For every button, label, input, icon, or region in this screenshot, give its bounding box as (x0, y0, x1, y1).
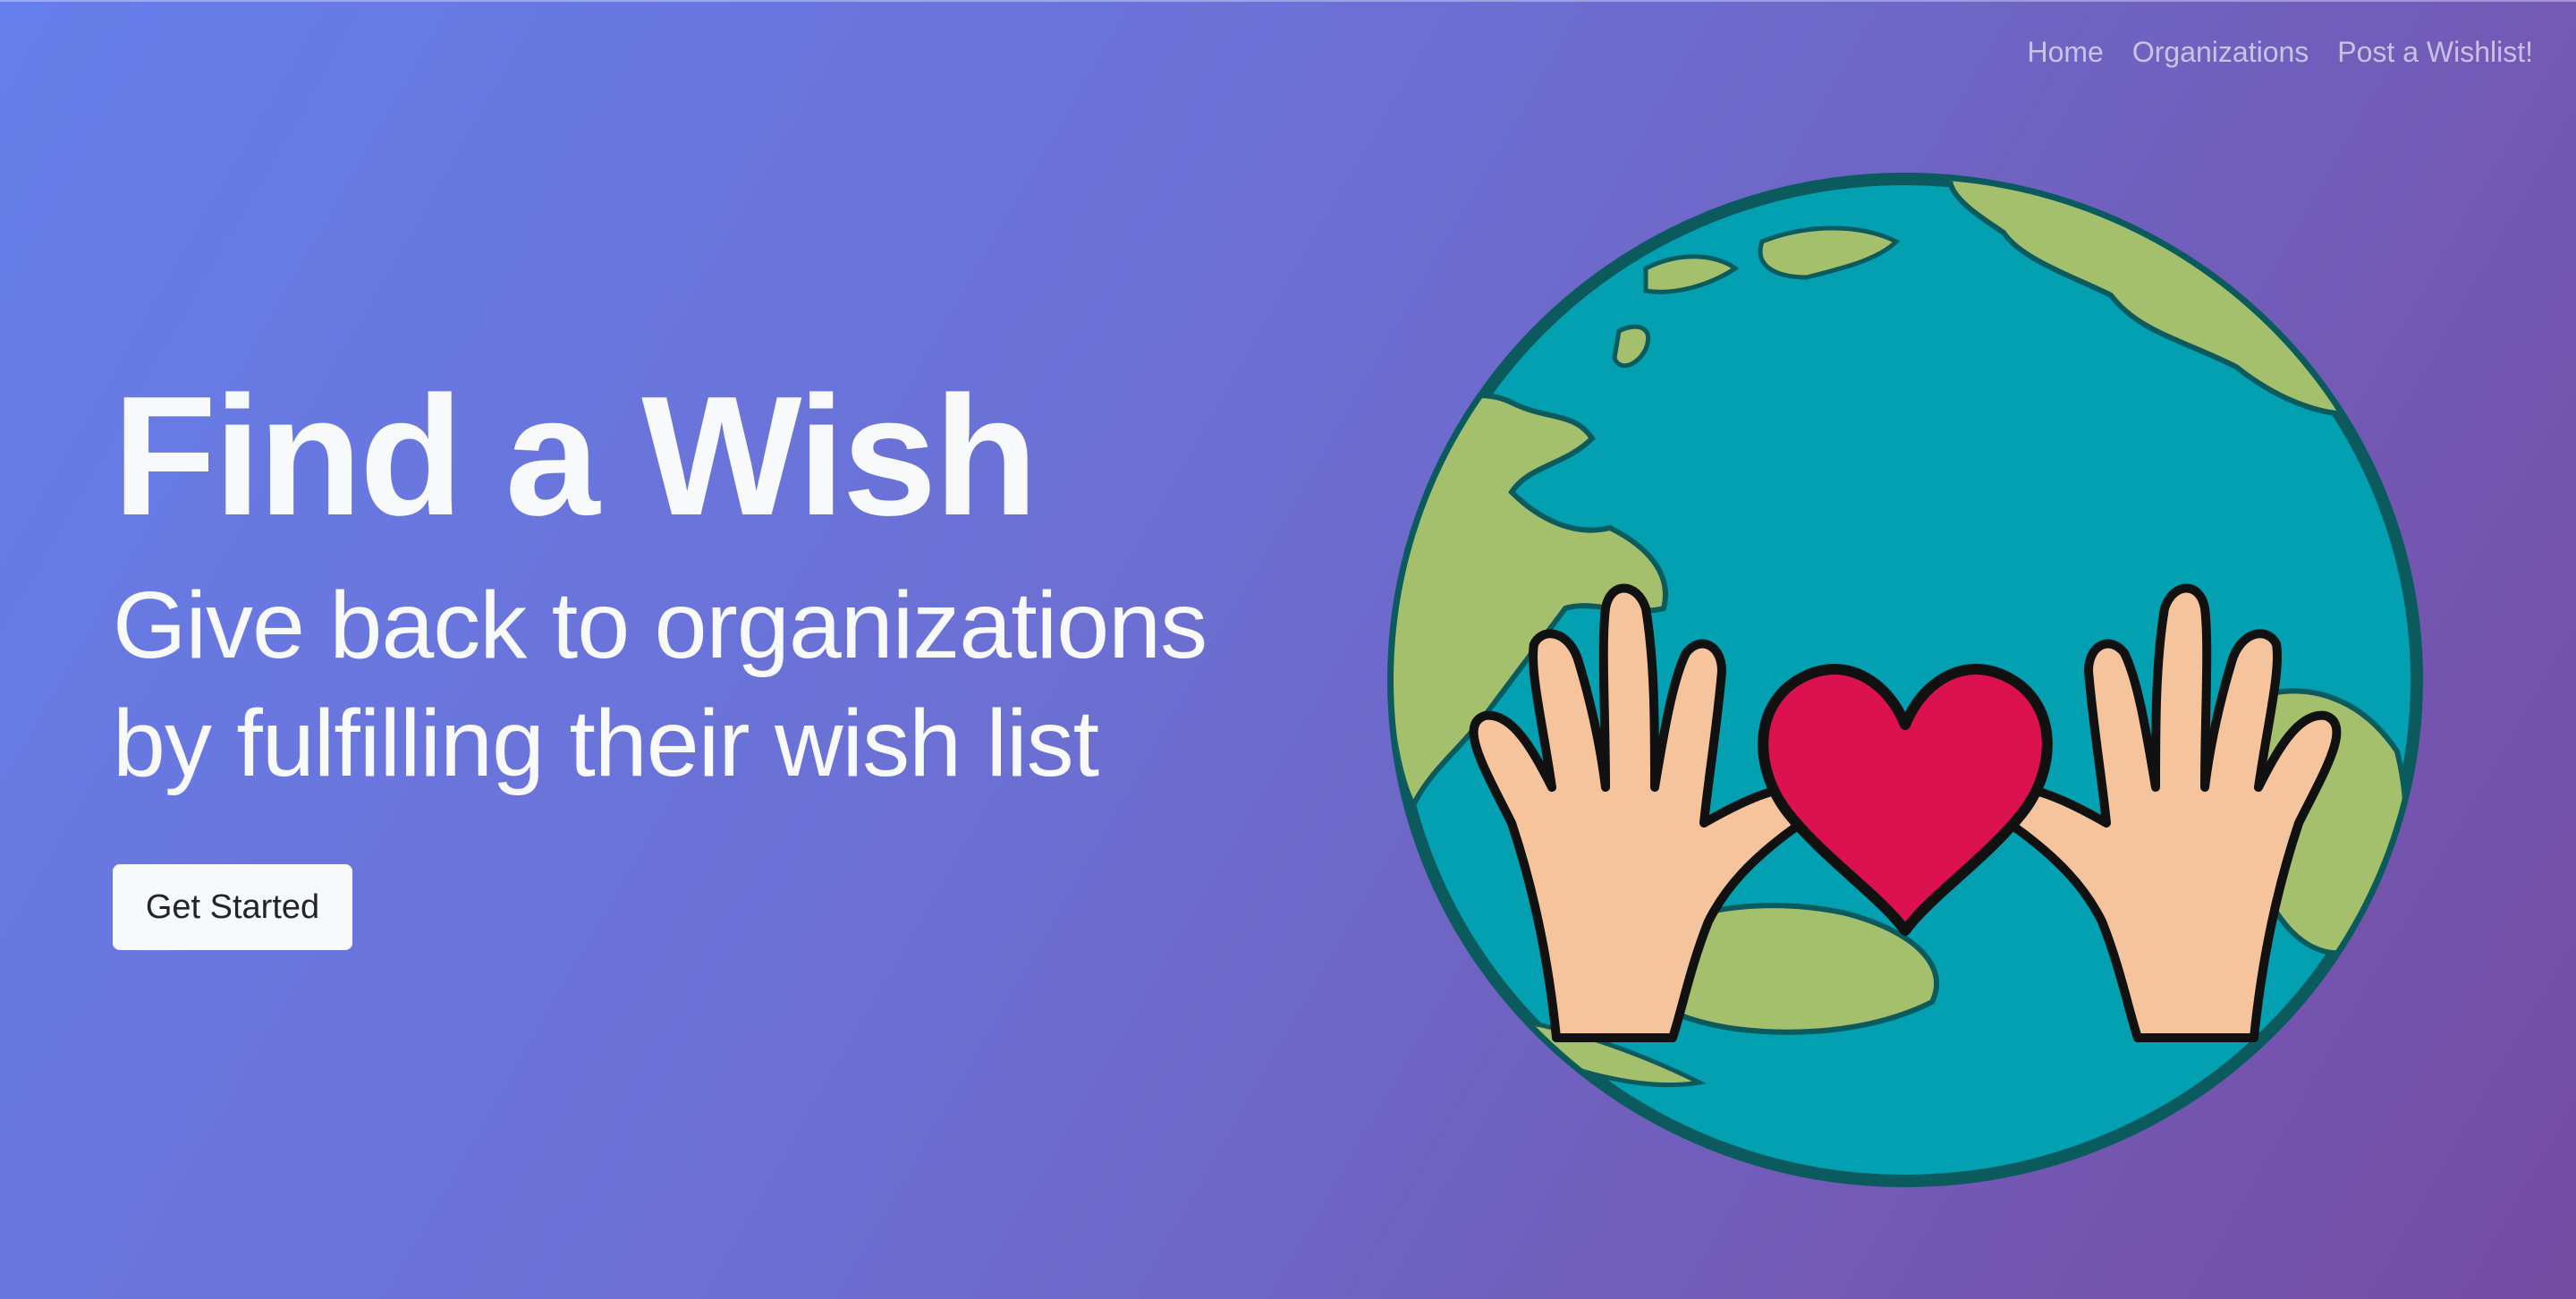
hero-section: Find a Wish Give back to organizations b… (113, 362, 1275, 802)
nav-link-organizations[interactable]: Organizations (2132, 34, 2309, 70)
hero-subtitle: Give back to organizations by fulfilling… (113, 566, 1275, 802)
globe-hands-heart-icon (1377, 143, 2433, 1199)
get-started-button[interactable]: Get Started (113, 864, 352, 950)
nav-link-post-wishlist[interactable]: Post a Wishlist! (2337, 34, 2533, 70)
nav-link-home[interactable]: Home (2027, 34, 2103, 70)
top-nav: Home Organizations Post a Wishlist! (2027, 34, 2533, 70)
hero-subtitle-line2: by fulfilling their wish list (113, 691, 1099, 796)
top-border (0, 0, 2576, 2)
hero-subtitle-line1: Give back to organizations (113, 573, 1208, 678)
hero-title: Find a Wish (113, 361, 1038, 551)
